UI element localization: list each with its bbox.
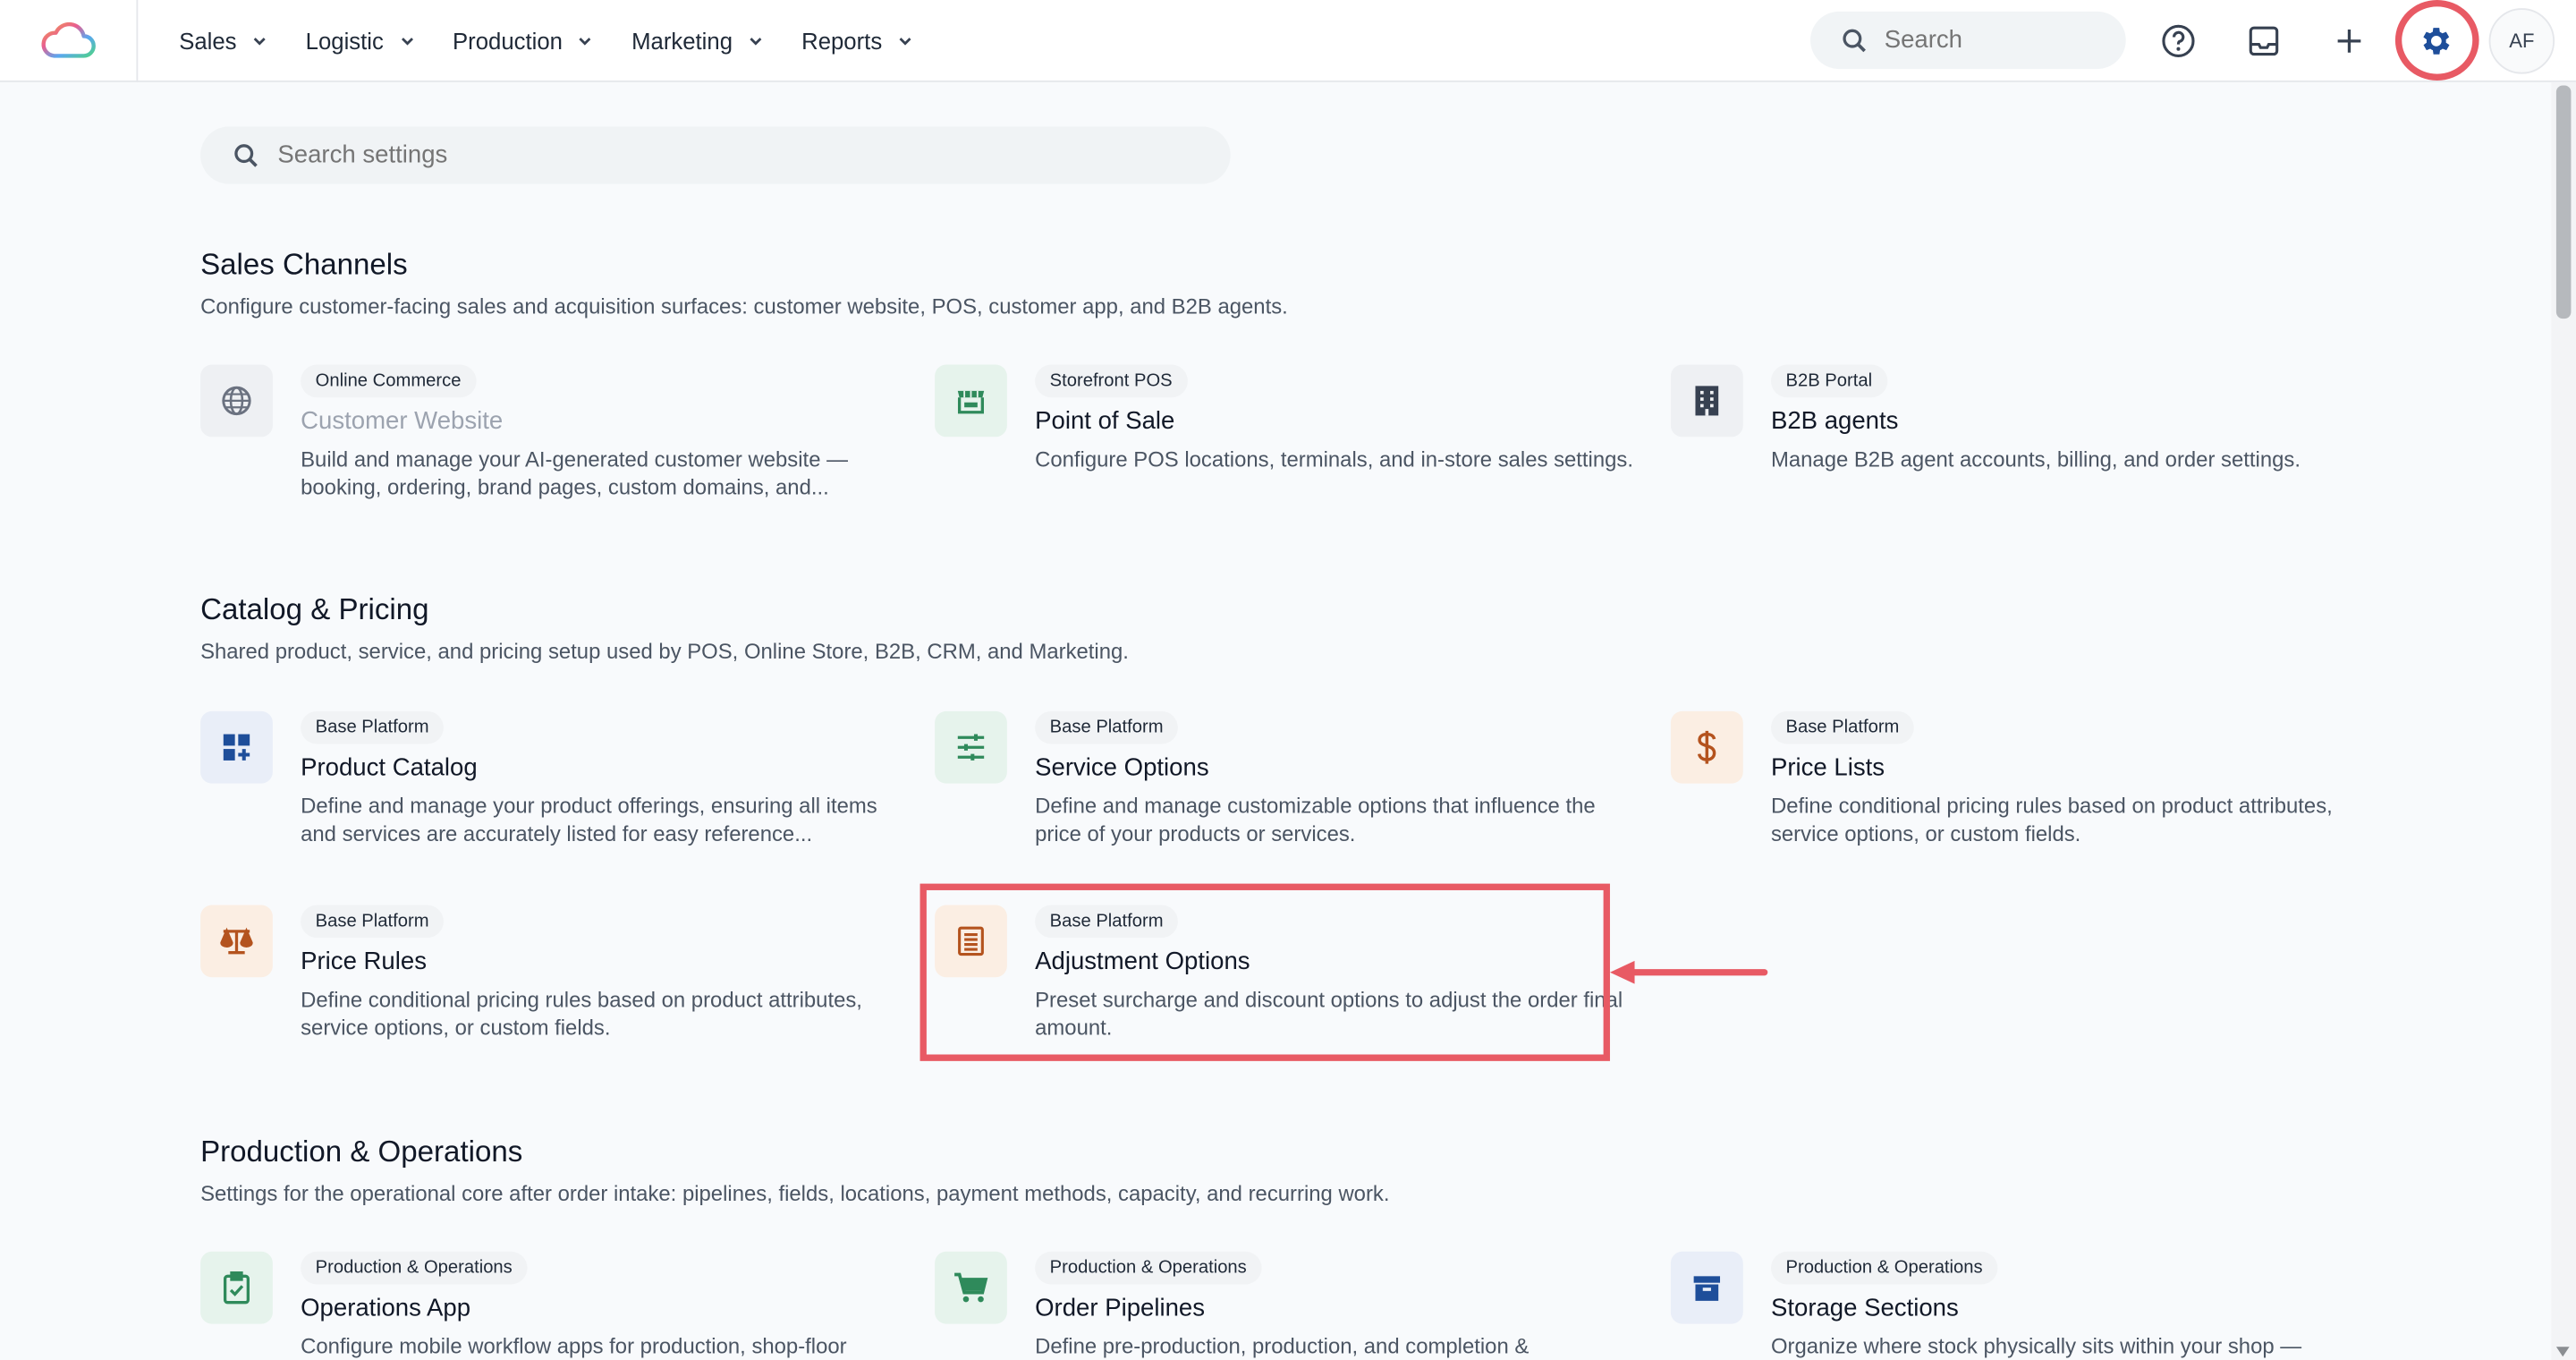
- card-badge: Production & Operations: [1770, 1251, 1998, 1285]
- section-desc-sales-channels: Configure customer-facing sales and acqu…: [200, 293, 1288, 319]
- scroll-down-arrow-icon[interactable]: [2555, 1347, 2570, 1357]
- help-button[interactable]: [2152, 15, 2205, 68]
- chevron-down-icon: [580, 38, 592, 46]
- card-b2b-agents[interactable]: B2B Portal B2B agents Manage B2B agent a…: [1670, 364, 2360, 530]
- globe-icon: [200, 364, 273, 438]
- settings-highlight-ring: [2394, 0, 2479, 81]
- settings-search[interactable]: [200, 126, 1231, 184]
- card-title: Order Pipelines: [1035, 1294, 1206, 1322]
- section-title-catalog-pricing: Catalog & Pricing: [200, 592, 429, 626]
- card-description: Organize where stock physically sits wit…: [1770, 1333, 2302, 1359]
- card-title: Operations App: [301, 1294, 471, 1322]
- card-description: Define conditional pricing rules based o…: [1770, 793, 2333, 846]
- global-search[interactable]: [1810, 11, 2126, 70]
- inbox-button[interactable]: [2238, 15, 2291, 68]
- archive-icon: [1670, 1251, 1743, 1324]
- page-scrollbar[interactable]: [2551, 81, 2576, 1360]
- card-description: Configure POS locations, terminals, and …: [1035, 446, 1633, 472]
- card-price-rules[interactable]: Base Platform Price Rules Define conditi…: [200, 905, 890, 1069]
- add-button[interactable]: [2323, 15, 2376, 68]
- section-desc-production-operations: Settings for the operational core after …: [200, 1180, 1390, 1206]
- card-customer-website[interactable]: Online Commerce Customer Website Build a…: [200, 364, 890, 530]
- clipboard-check-icon: [200, 1251, 273, 1324]
- nav-sales-label: Sales: [179, 28, 237, 55]
- card-title: Storage Sections: [1770, 1294, 1959, 1322]
- avatar[interactable]: AF: [2488, 8, 2555, 74]
- card-badge: Base Platform: [301, 905, 445, 939]
- top-navigation-bar: Sales Logistic Production Marketing Repo…: [0, 0, 2576, 82]
- card-description: Configure mobile workflow apps for produ…: [301, 1333, 847, 1359]
- store-icon: [935, 364, 1007, 438]
- card-service-options[interactable]: Base Platform Service Options Define and…: [935, 710, 1624, 876]
- nav-sales[interactable]: Sales: [179, 28, 267, 55]
- chevron-down-icon: [253, 38, 266, 46]
- nav-production-label: Production: [453, 28, 563, 55]
- section-title-sales-channels: Sales Channels: [200, 248, 408, 281]
- nav-reports[interactable]: Reports: [801, 28, 913, 55]
- settings-search-input[interactable]: [277, 140, 1165, 170]
- card-description: Manage B2B agent accounts, billing, and …: [1770, 446, 2301, 472]
- avatar-initials: AF: [2509, 30, 2535, 53]
- scale-icon: [200, 905, 273, 978]
- help-icon: [2162, 24, 2195, 57]
- nav-marketing-label: Marketing: [631, 28, 733, 55]
- card-badge: B2B Portal: [1770, 364, 1887, 398]
- card-title: Product Catalog: [301, 753, 478, 782]
- main-menu: Sales Logistic Production Marketing Repo…: [179, 0, 951, 82]
- card-title: Service Options: [1035, 753, 1209, 782]
- card-point-of-sale[interactable]: Storefront POS Point of Sale Configure P…: [935, 364, 1633, 530]
- nav-logistic-label: Logistic: [305, 28, 384, 55]
- search-icon: [1843, 28, 1866, 52]
- logo-cell[interactable]: [0, 0, 139, 82]
- section-title-production-operations: Production & Operations: [200, 1135, 523, 1169]
- card-description: Build and manage your AI-generated custo…: [301, 446, 848, 500]
- card-price-lists[interactable]: Base Platform Price Lists Define conditi…: [1670, 710, 2360, 876]
- dollar-icon: [1670, 710, 1743, 784]
- cloud-logo-icon: [40, 21, 95, 58]
- card-badge: Base Platform: [301, 710, 445, 744]
- card-operations-app[interactable]: Production & Operations Operations App C…: [200, 1251, 890, 1360]
- card-order-pipelines[interactable]: Production & Operations Order Pipelines …: [935, 1251, 1624, 1360]
- chevron-down-icon: [899, 38, 911, 46]
- card-title: B2B agents: [1770, 407, 1899, 436]
- inbox-icon: [2249, 26, 2279, 56]
- plus-icon: [2337, 30, 2361, 53]
- nav-reports-label: Reports: [801, 28, 883, 55]
- nav-logistic[interactable]: Logistic: [305, 28, 415, 55]
- card-storage-sections[interactable]: Production & Operations Storage Sections…: [1670, 1251, 2360, 1360]
- card-title: Customer Website: [301, 407, 504, 436]
- card-description: Define conditional pricing rules based o…: [301, 987, 862, 1040]
- grid-plus-icon: [200, 710, 273, 784]
- scrollbar-thumb[interactable]: [2555, 85, 2572, 319]
- pointer-arrow-icon: [1609, 960, 1768, 984]
- card-badge: Production & Operations: [301, 1251, 528, 1285]
- chevron-down-icon: [750, 38, 762, 46]
- card-badge: Base Platform: [1035, 710, 1179, 744]
- card-title: Point of Sale: [1035, 407, 1175, 436]
- nav-production[interactable]: Production: [453, 28, 594, 55]
- card-badge: Storefront POS: [1035, 364, 1188, 398]
- card-product-catalog[interactable]: Base Platform Product Catalog Define and…: [200, 710, 890, 876]
- search-icon: [234, 143, 258, 166]
- card-description: Define and manage customizable options t…: [1035, 793, 1596, 846]
- card-title: Price Rules: [301, 948, 427, 976]
- card-description: Define and manage your product offerings…: [301, 793, 877, 846]
- sliders-icon: [935, 710, 1007, 784]
- chevron-down-icon: [401, 38, 413, 46]
- adjustment-options-highlight-box: [919, 883, 1610, 1061]
- card-description: Define pre-production, production, and c…: [1035, 1333, 1530, 1359]
- section-desc-catalog-pricing: Shared product, service, and pricing set…: [200, 639, 1129, 664]
- card-badge: Production & Operations: [1035, 1251, 1262, 1285]
- cart-icon: [935, 1251, 1007, 1324]
- card-badge: Online Commerce: [301, 364, 476, 398]
- global-search-input[interactable]: [1884, 26, 2098, 55]
- card-badge: Base Platform: [1770, 710, 1914, 744]
- building-icon: [1670, 364, 1743, 438]
- card-title: Price Lists: [1770, 753, 1885, 782]
- nav-marketing[interactable]: Marketing: [631, 28, 764, 55]
